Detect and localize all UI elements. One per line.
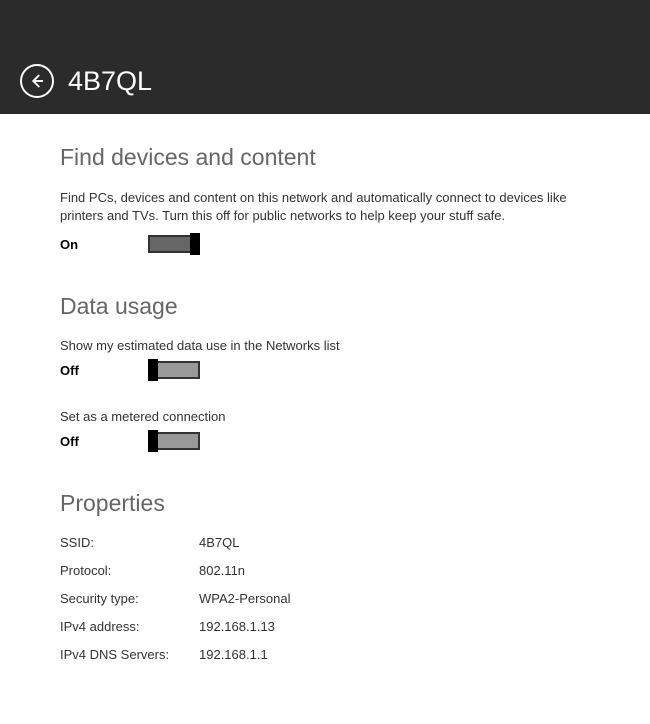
property-key: IPv4 address:	[60, 619, 199, 634]
data-usage-title: Data usage	[60, 293, 590, 320]
property-value: 4B7QL	[199, 535, 239, 550]
find-devices-description: Find PCs, devices and content on this ne…	[60, 189, 590, 225]
back-button[interactable]	[20, 64, 54, 98]
toggle-thumb	[148, 430, 158, 452]
show-estimated-toggle-row: Off	[60, 361, 590, 379]
metered-toggle[interactable]	[148, 432, 200, 450]
properties-title: Properties	[60, 490, 590, 517]
property-value: 192.168.1.1	[199, 647, 268, 662]
show-estimated-toggle[interactable]	[148, 361, 200, 379]
metered-label: Set as a metered connection	[60, 409, 590, 424]
find-devices-toggle-row: On	[60, 235, 590, 253]
property-row: Security type: WPA2-Personal	[60, 591, 590, 606]
property-key: Security type:	[60, 591, 199, 606]
property-key: IPv4 DNS Servers:	[60, 647, 199, 662]
property-row: IPv4 address: 192.168.1.13	[60, 619, 590, 634]
toggle-thumb	[148, 359, 158, 381]
property-value: WPA2-Personal	[199, 591, 291, 606]
find-devices-title: Find devices and content	[60, 144, 590, 171]
header: 4B7QL	[0, 0, 650, 114]
property-row: Protocol: 802.11n	[60, 563, 590, 578]
show-estimated-block: Show my estimated data use in the Networ…	[60, 338, 590, 379]
property-key: SSID:	[60, 535, 199, 550]
metered-toggle-label: Off	[60, 434, 148, 449]
find-devices-section: Find devices and content Find PCs, devic…	[60, 144, 590, 253]
show-estimated-toggle-label: Off	[60, 363, 148, 378]
find-devices-toggle-label: On	[60, 237, 148, 252]
page-title: 4B7QL	[68, 66, 152, 97]
toggle-thumb	[190, 233, 200, 255]
find-devices-toggle[interactable]	[148, 235, 200, 253]
arrow-left-icon	[28, 72, 46, 90]
properties-section: Properties SSID: 4B7QL Protocol: 802.11n…	[60, 490, 590, 662]
property-key: Protocol:	[60, 563, 199, 578]
properties-table: SSID: 4B7QL Protocol: 802.11n Security t…	[60, 535, 590, 662]
property-value: 802.11n	[199, 563, 245, 578]
property-row: IPv4 DNS Servers: 192.168.1.1	[60, 647, 590, 662]
property-row: SSID: 4B7QL	[60, 535, 590, 550]
property-value: 192.168.1.13	[199, 619, 275, 634]
show-estimated-label: Show my estimated data use in the Networ…	[60, 338, 590, 353]
content-area: Find devices and content Find PCs, devic…	[0, 114, 650, 662]
metered-toggle-row: Off	[60, 432, 590, 450]
data-usage-section: Data usage Show my estimated data use in…	[60, 293, 590, 450]
metered-block: Set as a metered connection Off	[60, 409, 590, 450]
